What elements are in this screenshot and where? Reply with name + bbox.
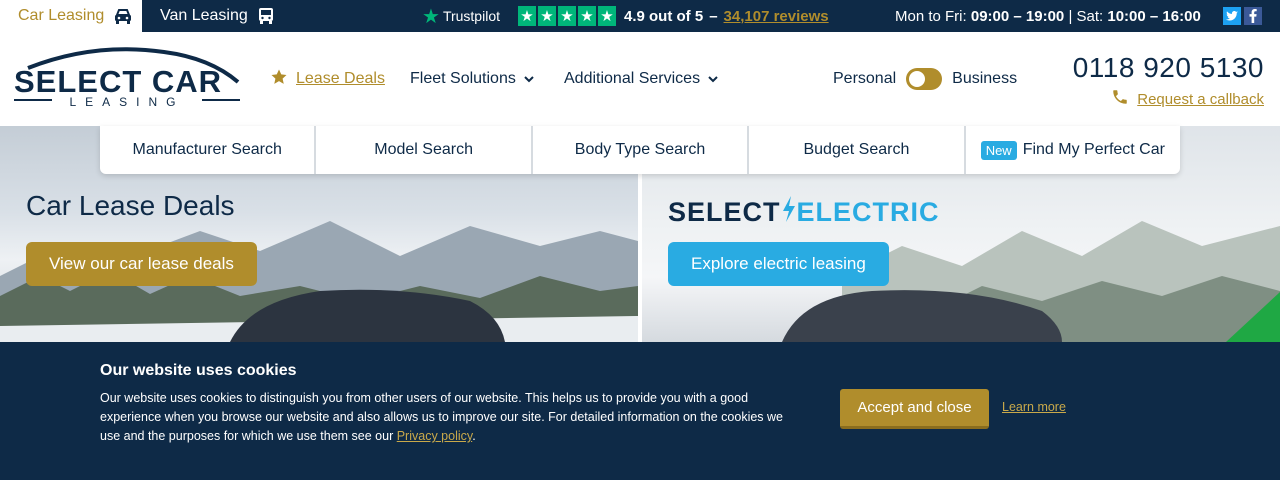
facebook-icon[interactable] (1244, 7, 1262, 25)
nav-additional-services-label: Additional Services (564, 70, 701, 87)
search-tabs: Manufacturer Search Model Search Body Ty… (100, 126, 1180, 174)
request-callback-label: Request a callback (1137, 90, 1264, 108)
van-leasing-tab[interactable]: Van Leasing (142, 0, 274, 32)
green-corner-decoration (1226, 292, 1280, 342)
trustpilot-label: Trustpilot (442, 8, 500, 24)
select-electric-logo-b: ELECTRIC (796, 197, 940, 227)
hours-separator: | (1068, 7, 1073, 25)
cookie-title: Our website uses cookies (100, 362, 297, 379)
nav-fleet-solutions-label: Fleet Solutions (410, 70, 516, 87)
rating-text: 4.9 out of 5 (624, 7, 704, 25)
star-icon: ★ (518, 6, 536, 26)
car-icon (114, 8, 132, 24)
model-search-label: Model Search (374, 141, 473, 158)
personal-business-toggle[interactable] (906, 68, 943, 90)
logo-sub-text: LEASING (69, 95, 184, 109)
nav-lease-deals[interactable]: Lease Deals (270, 32, 385, 126)
toggle-personal-label: Personal (833, 70, 897, 87)
toggle-business-label: Business (952, 70, 1018, 87)
manufacturer-search-label: Manufacturer Search (132, 141, 282, 158)
accept-and-close-button[interactable]: Accept and close (840, 389, 989, 429)
main-header: SELECT CAR LEASING Lease Deals Fleet Sol… (0, 32, 1280, 126)
car-lease-deals-title: Car Lease Deals (26, 190, 235, 221)
rating-dash: – (709, 7, 718, 25)
cookie-banner: Our website uses cookies Our website use… (0, 342, 1280, 480)
view-car-lease-deals-button[interactable]: View our car lease deals (26, 242, 257, 286)
saturday-hours: 10:00 – 16:00 (1107, 7, 1201, 25)
trustpilot-logo: ★ Trustpilot (422, 4, 500, 29)
trustpilot-rating-stars: ★ ★ ★ ★ ★ (518, 6, 616, 26)
top-bar: Car Leasing Van Leasing ★ Trustpilot ★ ★… (0, 0, 1280, 32)
star-icon: ★ (578, 6, 596, 26)
explore-electric-leasing-button[interactable]: Explore electric leasing (668, 242, 889, 286)
lightning-bolt-icon (781, 196, 797, 229)
van-leasing-label: Van Leasing (160, 7, 248, 24)
star-icon: ★ (558, 6, 576, 26)
star-icon: ★ (598, 6, 616, 26)
chevron-down-icon (708, 70, 718, 88)
request-callback-link[interactable]: Request a callback (1111, 88, 1264, 110)
nav-fleet-solutions[interactable]: Fleet Solutions (410, 32, 534, 126)
body-type-search-tab[interactable]: Body Type Search (533, 126, 750, 174)
budget-search-tab[interactable]: Budget Search (749, 126, 966, 174)
select-electric-logo-a: SELECT (668, 197, 781, 227)
manufacturer-search-tab[interactable]: Manufacturer Search (100, 126, 317, 174)
car-leasing-label: Car Leasing (18, 7, 105, 24)
nav-additional-services[interactable]: Additional Services (564, 32, 718, 126)
personal-business-switch: Personal Business (833, 32, 1017, 126)
body-type-search-label: Body Type Search (574, 141, 706, 158)
reviews-link[interactable]: 34,107 reviews (724, 8, 829, 25)
van-icon (258, 7, 274, 25)
select-electric-logo: SELECT ELECTRIC (668, 196, 940, 229)
select-car-leasing-logo[interactable]: SELECT CAR LEASING (14, 46, 244, 112)
privacy-policy-link[interactable]: Privacy policy (397, 429, 472, 443)
find-my-perfect-car-label: Find My Perfect Car (1022, 141, 1165, 158)
weekday-label: Mon to Fri: (895, 7, 967, 25)
find-my-perfect-car-tab[interactable]: New Find My Perfect Car (966, 126, 1180, 174)
opening-hours: Mon to Fri: 09:00 – 19:00 | Sat: 10:00 –… (895, 0, 1201, 32)
budget-search-label: Budget Search (803, 141, 910, 158)
new-badge: New (980, 140, 1017, 160)
phone-icon (1111, 88, 1129, 110)
logo-main-text: SELECT CAR (14, 64, 222, 99)
star-icon: ★ (538, 6, 556, 26)
learn-more-link[interactable]: Learn more (1002, 400, 1066, 414)
chevron-down-icon (524, 70, 534, 88)
cookie-body: Our website uses cookies to distinguish … (100, 389, 800, 446)
star-icon (270, 68, 288, 91)
nav-lease-deals-label: Lease Deals (296, 70, 385, 87)
trustpilot-widget[interactable]: ★ Trustpilot ★ ★ ★ ★ ★ 4.9 out of 5 – 34… (422, 0, 829, 32)
weekday-hours: 09:00 – 19:00 (970, 7, 1065, 25)
saturday-label: Sat: (1076, 7, 1104, 25)
phone-number[interactable]: 0118 920 5130 (1073, 52, 1264, 84)
car-leasing-tab[interactable]: Car Leasing (0, 0, 142, 32)
trustpilot-star-icon: ★ (422, 5, 440, 28)
twitter-icon[interactable] (1223, 7, 1241, 25)
model-search-tab[interactable]: Model Search (316, 126, 533, 174)
cookie-period: . (472, 429, 476, 443)
